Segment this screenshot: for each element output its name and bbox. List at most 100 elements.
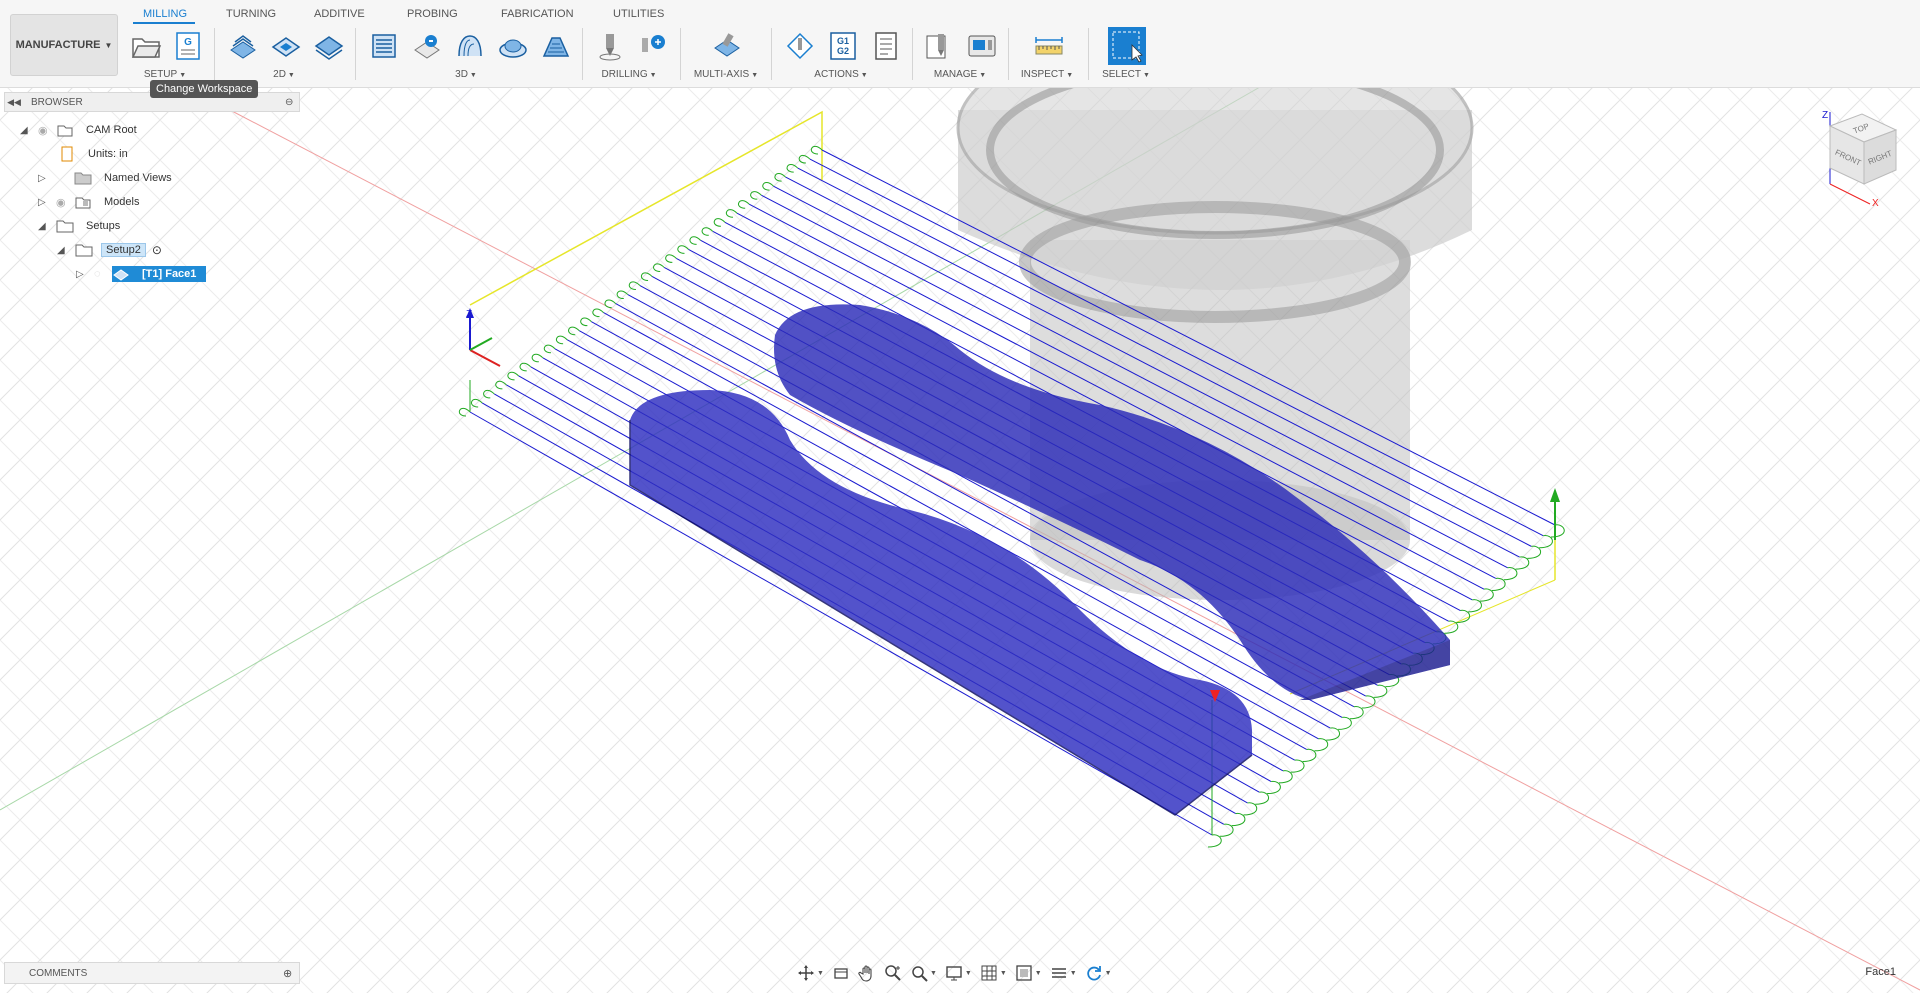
chevron-down-icon: ▼ — [469, 72, 477, 79]
expanded-triangle-icon[interactable]: ◢ — [20, 125, 30, 136]
drilling-group-label: DRILLING — [601, 69, 648, 80]
tab-additive[interactable]: ADDITIVE — [314, 8, 365, 20]
nc-program-icon[interactable]: G — [172, 30, 204, 62]
chevron-down-icon[interactable]: ▼ — [1105, 970, 1112, 977]
swarf-icon[interactable] — [711, 30, 743, 62]
selection-status: Face1 — [1865, 966, 1896, 978]
2d-pocket-icon[interactable] — [270, 30, 302, 62]
3d-scene[interactable]: Z — [0, 87, 1920, 993]
tree-item-units[interactable]: Units: in — [58, 145, 132, 163]
chevron-down-icon[interactable]: ▼ — [930, 970, 937, 977]
setup-group-label: SETUP — [143, 69, 178, 80]
toolbar-divider — [680, 28, 681, 80]
object-visibility-icon[interactable] — [1048, 963, 1070, 983]
setup-group-menu[interactable]: SETUP ▼ — [144, 69, 186, 80]
tool-library-icon[interactable] — [924, 30, 956, 62]
chevron-down-icon[interactable]: ▼ — [1000, 970, 1007, 977]
tree-item-setup2[interactable]: ◢ Setup2 ⊙ — [57, 241, 162, 259]
folder-icon — [74, 170, 94, 186]
pan-hand-icon[interactable] — [856, 963, 878, 983]
machine-library-icon[interactable] — [966, 30, 998, 62]
chevron-down-icon[interactable]: ▼ — [817, 970, 824, 977]
3d-adaptive-icon[interactable] — [368, 30, 400, 62]
tree-item-setups[interactable]: ◢ Setups — [38, 217, 124, 235]
scallop-icon[interactable] — [497, 30, 529, 62]
chevron-down-icon: ▼ — [751, 72, 759, 79]
gcode-letter: G — [184, 37, 192, 48]
tab-milling[interactable]: MILLING — [143, 8, 187, 20]
collapse-panel-icon[interactable]: ◀◀ — [5, 97, 23, 108]
tree-item-face1-operation[interactable]: ▷ ◌ [T1] Face1 — [76, 265, 207, 283]
chevron-down-icon[interactable]: ▼ — [965, 970, 972, 977]
visibility-eye-icon[interactable]: ◌ — [94, 268, 112, 280]
viewcube-x-axis — [1829, 183, 1871, 205]
2d-adaptive-icon[interactable] — [227, 30, 259, 62]
tree-item-label: Setup2 — [101, 243, 146, 257]
look-at-icon[interactable] — [830, 963, 852, 983]
expanded-triangle-icon[interactable]: ◢ — [57, 245, 67, 256]
collapsed-triangle-icon[interactable]: ▷ — [76, 269, 86, 280]
tab-probing[interactable]: PROBING — [407, 8, 458, 20]
hole-recognition-icon[interactable] — [636, 30, 668, 62]
setup-sheet-icon[interactable] — [870, 30, 902, 62]
tree-item-cam-root[interactable]: ◢ ◉ CAM Root — [20, 121, 141, 139]
pocket-clearing-icon[interactable] — [411, 30, 443, 62]
tab-fabrication[interactable]: FABRICATION — [501, 8, 574, 20]
toolbar-divider — [771, 28, 772, 80]
post-process-icon[interactable]: G1 G2 — [827, 30, 859, 62]
expanded-triangle-icon[interactable]: ◢ — [38, 221, 48, 232]
inspect-group-menu[interactable]: INSPECT ▼ — [1021, 69, 1073, 80]
tree-item-named-views[interactable]: ▷ Named Views — [38, 169, 176, 187]
minimize-panel-icon[interactable]: ⊖ — [285, 97, 299, 108]
steep-shallow-icon[interactable] — [540, 30, 572, 62]
chevron-down-icon[interactable]: ▼ — [1035, 970, 1042, 977]
comments-panel-header[interactable]: COMMENTS ⊕ — [4, 962, 300, 984]
navigation-bar: ▼ ▼ ▼ ▼ ▼ ▼ ▼ — [795, 962, 1115, 984]
tab-utilities[interactable]: UTILITIES — [613, 8, 664, 20]
view-cube[interactable]: Z X TOP FRONT RIGHT — [1810, 104, 1904, 214]
open-folder-icon[interactable] — [130, 30, 162, 62]
2d-group-label: 2D — [273, 69, 286, 80]
chevron-down-icon[interactable]: ▼ — [1070, 970, 1077, 977]
manage-group-menu[interactable]: MANAGE ▼ — [934, 69, 986, 80]
actions-group-menu[interactable]: ACTIONS ▼ — [814, 69, 867, 80]
graphics-viewport[interactable]: Z — [0, 87, 1920, 993]
zoom-icon[interactable] — [882, 963, 904, 983]
multi-axis-group-menu[interactable]: MULTI-AXIS ▼ — [694, 69, 758, 80]
tree-item-models[interactable]: ▷ ◉ Models — [38, 193, 143, 211]
activate-radio-icon[interactable]: ⊙ — [152, 243, 162, 257]
face-icon[interactable] — [313, 30, 345, 62]
drilling-group-menu[interactable]: DRILLING ▼ — [601, 69, 656, 80]
select-group-menu[interactable]: SELECT ▼ — [1102, 69, 1150, 80]
display-settings-icon[interactable] — [943, 963, 965, 983]
refresh-icon[interactable] — [1083, 963, 1105, 983]
tab-turning[interactable]: TURNING — [226, 8, 276, 20]
fit-zoom-icon[interactable] — [908, 963, 930, 983]
chevron-down-icon: ▼ — [104, 40, 113, 50]
viewports-icon[interactable] — [1013, 963, 1035, 983]
grid-settings-icon[interactable] — [978, 963, 1000, 983]
parallel-icon[interactable] — [454, 30, 486, 62]
simulate-icon[interactable] — [784, 30, 816, 62]
select-tool-icon[interactable] — [1108, 27, 1146, 65]
add-comment-icon[interactable]: ⊕ — [283, 967, 299, 980]
orbit-move-icon[interactable] — [795, 963, 817, 983]
chevron-down-icon: ▼ — [179, 72, 187, 79]
collapsed-triangle-icon[interactable]: ▷ — [38, 173, 48, 184]
workspace-switcher-button[interactable]: MANUFACTURE ▼ — [10, 14, 118, 76]
drill-icon[interactable] — [594, 30, 626, 62]
viewcube-x-label: X — [1872, 198, 1879, 209]
visibility-eye-icon[interactable]: ◉ — [56, 196, 74, 209]
collapsed-triangle-icon[interactable]: ▷ — [38, 197, 48, 208]
actions-group-label: ACTIONS — [814, 69, 859, 80]
chevron-down-icon: ▼ — [979, 72, 987, 79]
visibility-eye-icon[interactable]: ◉ — [38, 124, 56, 137]
chevron-down-icon: ▼ — [287, 72, 295, 79]
gcode-line-1: G1 — [837, 36, 849, 46]
measure-icon[interactable] — [1033, 30, 1065, 62]
2d-group-menu[interactable]: 2D ▼ — [273, 69, 295, 80]
toolbar-divider — [912, 28, 913, 80]
toolbar-divider — [1088, 28, 1089, 80]
3d-group-menu[interactable]: 3D ▼ — [455, 69, 477, 80]
3d-group-label: 3D — [455, 69, 468, 80]
